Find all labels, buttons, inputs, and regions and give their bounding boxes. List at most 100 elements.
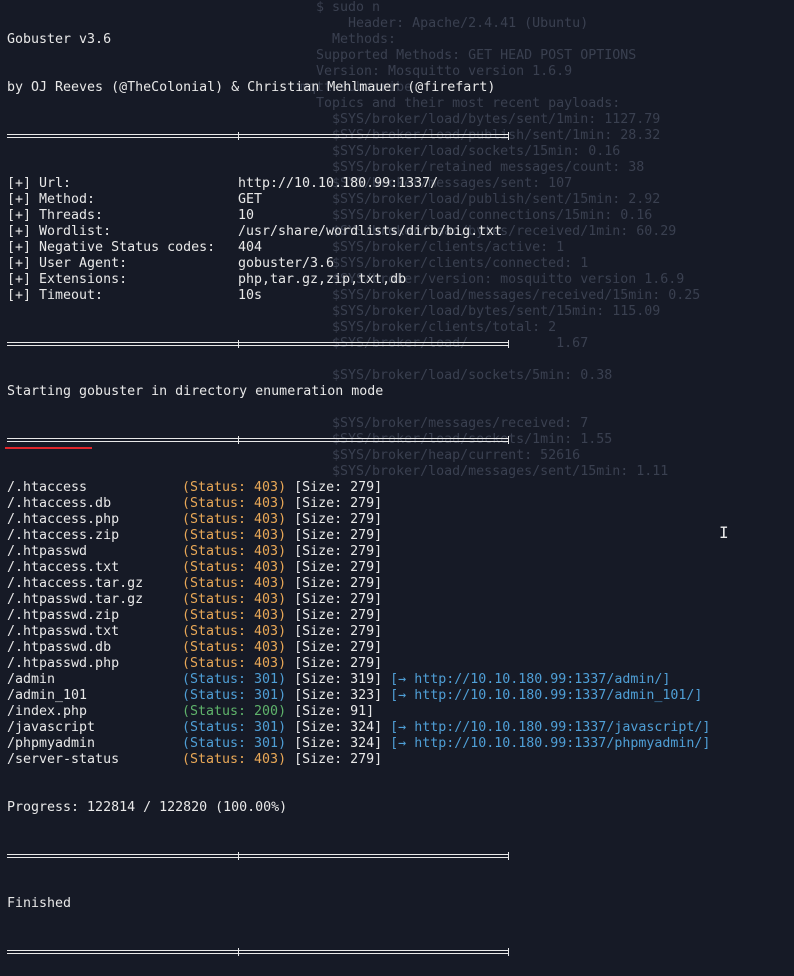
- result-size: [Size: 279]: [294, 608, 383, 623]
- option-row: [+] Timeout: 10s: [7, 288, 787, 304]
- result-path: /javascript: [7, 720, 96, 735]
- result-path: /.htaccess.tar.gz: [7, 576, 144, 591]
- result-row: /admin_101 (Status: 301) [Size: 323] [→ h…: [7, 688, 787, 704]
- result-status: (Status: 301): [182, 736, 287, 751]
- result-row: /.htaccess (Status: 403) [Size: 279]: [7, 480, 787, 496]
- result-size: [Size: 279]: [294, 496, 383, 511]
- result-size: [Size: 323]: [294, 688, 383, 703]
- option-row: [+] Extensions: php,tar.gz,zip,txt,db: [7, 272, 787, 288]
- option-label: [+] Wordlist:: [7, 224, 112, 239]
- option-row: [+] Threads: 10: [7, 208, 787, 224]
- options-list: [+] Url: http://10.10.180.99:1337/[+] Met…: [7, 176, 787, 304]
- text-cursor-icon: I: [719, 523, 729, 542]
- result-size: [Size: 279]: [294, 560, 383, 575]
- option-value: /usr/share/wordlists/dirb/big.txt: [238, 224, 503, 239]
- option-label: [+] Timeout:: [7, 288, 104, 303]
- result-size: [Size: 279]: [294, 752, 383, 767]
- result-path: /.htpasswd.zip: [7, 608, 120, 623]
- result-redirect-link: [→ http://10.10.180.99:1337/admin/]: [390, 672, 671, 687]
- result-redirect-link: [→ http://10.10.180.99:1337/javascript/]: [390, 720, 711, 735]
- option-label: [+] Url:: [7, 176, 72, 191]
- result-path: /.htpasswd.txt: [7, 624, 120, 639]
- result-path: /.htaccess: [7, 480, 88, 495]
- option-label: [+] Method:: [7, 192, 96, 207]
- finished-message: Finished: [7, 896, 72, 911]
- option-value: http://10.10.180.99:1337/: [238, 176, 439, 191]
- result-path: /index.php: [7, 704, 88, 719]
- option-label: [+] Extensions:: [7, 272, 128, 287]
- option-value: gobuster/3.6: [238, 256, 335, 271]
- result-row: /phpmyadmin (Status: 301) [Size: 324] [→ …: [7, 736, 787, 752]
- result-path: /.htaccess.txt: [7, 560, 120, 575]
- option-label: [+] User Agent:: [7, 256, 128, 271]
- result-size: [Size: 91]: [294, 704, 375, 719]
- result-status: (Status: 403): [182, 656, 287, 671]
- result-status: (Status: 301): [182, 688, 287, 703]
- result-path: /server-status: [7, 752, 120, 767]
- option-value: 10: [238, 208, 255, 223]
- result-row: /.htpasswd (Status: 403) [Size: 279]: [7, 544, 787, 560]
- tool-title: Gobuster v3.6: [7, 32, 112, 47]
- result-redirect-link: [→ http://10.10.180.99:1337/admin_101/]: [390, 688, 703, 703]
- option-row: [+] Method: GET: [7, 192, 787, 208]
- result-size: [Size: 279]: [294, 544, 383, 559]
- separator: [7, 944, 787, 960]
- results-list: /.htaccess (Status: 403) [Size: 279]/.hta…: [7, 480, 787, 768]
- result-status: (Status: 403): [182, 752, 287, 767]
- start-message: Starting gobuster in directory enumerati…: [7, 384, 384, 399]
- result-row: /javascript (Status: 301) [Size: 324] [→ …: [7, 720, 787, 736]
- option-label: [+] Threads:: [7, 208, 104, 223]
- result-row: /.htaccess.php (Status: 403) [Size: 279]: [7, 512, 787, 528]
- option-row: [+] User Agent: gobuster/3.6: [7, 256, 787, 272]
- result-row: /server-status (Status: 403) [Size: 279]: [7, 752, 787, 768]
- result-size: [Size: 279]: [294, 528, 383, 543]
- result-status: (Status: 403): [182, 608, 287, 623]
- result-status: (Status: 301): [182, 672, 287, 687]
- result-row: /.htpasswd.tar.gz (Status: 403) [Size: 27…: [7, 592, 787, 608]
- separator: [7, 432, 787, 448]
- result-path: /.htpasswd.php: [7, 656, 120, 671]
- result-redirect-link: [→ http://10.10.180.99:1337/phpmyadmin/]: [390, 736, 711, 751]
- result-status: (Status: 403): [182, 544, 287, 559]
- result-path: /.htaccess.db: [7, 496, 112, 511]
- result-status: (Status: 403): [182, 640, 287, 655]
- result-size: [Size: 279]: [294, 576, 383, 591]
- separator: [7, 336, 787, 352]
- result-size: [Size: 279]: [294, 480, 383, 495]
- result-path: /.htaccess.zip: [7, 528, 120, 543]
- option-label: [+] Negative Status codes:: [7, 240, 216, 255]
- result-row: /admin (Status: 301) [Size: 319] [→ http:…: [7, 672, 787, 688]
- result-row: /.htpasswd.txt (Status: 403) [Size: 279]: [7, 624, 787, 640]
- result-path: /.htpasswd.tar.gz: [7, 592, 144, 607]
- result-row: /index.php (Status: 200) [Size: 91]: [7, 704, 787, 720]
- terminal-output[interactable]: Gobuster v3.6 by OJ Reeves (@TheColonial…: [7, 0, 787, 956]
- result-status: (Status: 403): [182, 576, 287, 591]
- result-path: /phpmyadmin: [7, 736, 96, 751]
- result-size: [Size: 279]: [294, 640, 383, 655]
- option-value: GET: [238, 192, 263, 207]
- result-size: [Size: 279]: [294, 512, 383, 527]
- result-status: (Status: 403): [182, 624, 287, 639]
- admin-101-highlight-underline: [5, 447, 92, 449]
- result-status: (Status: 403): [182, 496, 287, 511]
- result-status: (Status: 403): [182, 512, 287, 527]
- result-status: (Status: 403): [182, 560, 287, 575]
- option-row: [+] Wordlist: /usr/share/wordlists/dirb/b…: [7, 224, 787, 240]
- option-row: [+] Negative Status codes: 404: [7, 240, 787, 256]
- separator: [7, 848, 787, 864]
- result-status: (Status: 200): [182, 704, 287, 719]
- option-value: php,tar.gz,zip,txt,db: [238, 272, 407, 287]
- result-row: /.htpasswd.db (Status: 403) [Size: 279]: [7, 640, 787, 656]
- result-row: /.htpasswd.zip (Status: 403) [Size: 279]: [7, 608, 787, 624]
- result-size: [Size: 279]: [294, 592, 383, 607]
- result-path: /.htaccess.php: [7, 512, 120, 527]
- result-status: (Status: 403): [182, 592, 287, 607]
- result-path: /admin: [7, 672, 56, 687]
- result-path: /.htpasswd.db: [7, 640, 112, 655]
- option-row: [+] Url: http://10.10.180.99:1337/: [7, 176, 787, 192]
- result-size: [Size: 279]: [294, 624, 383, 639]
- progress-line: Progress: 122814 / 122820 (100.00%): [7, 800, 288, 815]
- option-value: 404: [238, 240, 263, 255]
- result-row: /.htaccess.db (Status: 403) [Size: 279]: [7, 496, 787, 512]
- result-size: [Size: 324]: [294, 720, 383, 735]
